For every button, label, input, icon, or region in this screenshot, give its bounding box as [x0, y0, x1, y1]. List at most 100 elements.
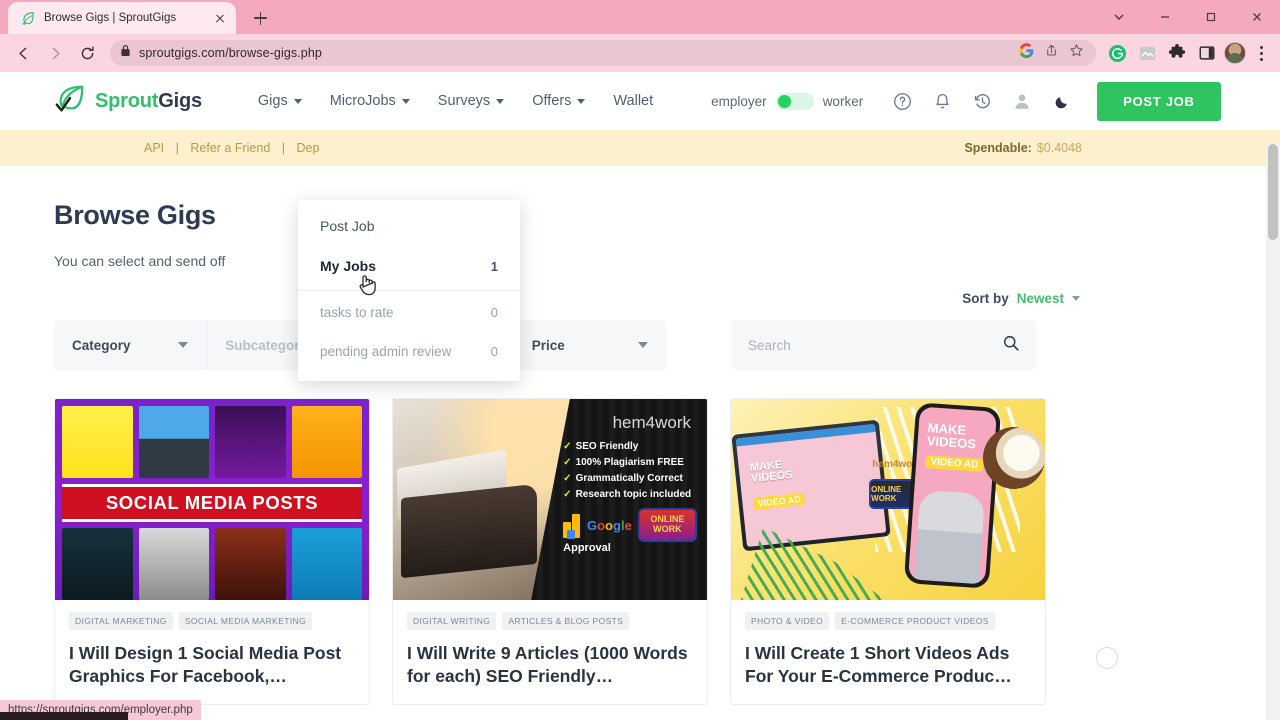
notifications-bell-icon[interactable]	[931, 90, 953, 112]
gig-card-list: SOCIAL MEDIA POSTS DIGITAL MARKETING SOC…	[54, 398, 1226, 706]
gig-card-tags: DIGITAL WRITING ARTICLES & BLOG POSTS	[407, 612, 693, 630]
notice-link-api[interactable]: API	[144, 141, 164, 155]
profile-avatar-icon[interactable]	[1011, 90, 1033, 112]
gig-card[interactable]: SOCIAL MEDIA POSTS DIGITAL MARKETING SOC…	[54, 398, 370, 706]
notice-link-deposit[interactable]: Dep	[297, 141, 320, 155]
search-box[interactable]: Search	[732, 320, 1036, 370]
page-subtitle: You can select and send off	[54, 253, 226, 269]
nav-item-gigs[interactable]: Gigs	[244, 87, 316, 115]
dropdown-item-count: 0	[490, 344, 498, 359]
gig-card[interactable]: hem4work ✓ SEO Friendly ✓ 100% Plagiarism …	[392, 398, 708, 706]
role-worker-label: worker	[822, 93, 864, 109]
side-panel-icon[interactable]	[1194, 40, 1220, 66]
help-icon[interactable]	[891, 90, 913, 112]
chrome-menu-icon[interactable]	[1250, 40, 1272, 66]
share-icon[interactable]	[1044, 43, 1059, 63]
address-bar[interactable]: sproutgigs.com/browse-gigs.php	[110, 40, 1096, 66]
minimize-icon[interactable]	[1142, 0, 1188, 34]
brand-name-second: Gigs	[158, 89, 202, 112]
notice-link-refer[interactable]: Refer a Friend	[190, 141, 270, 155]
history-icon[interactable]	[971, 90, 993, 112]
gig-tag[interactable]: SOCIAL MEDIA MARKETING	[178, 612, 313, 630]
brand-logo[interactable]: SproutGigs	[54, 83, 202, 120]
nav-item-microjobs[interactable]: MicroJobs	[316, 87, 424, 115]
taskbar-corner	[0, 712, 128, 720]
new-tab-button[interactable]	[246, 4, 274, 32]
search-icon[interactable]	[1002, 334, 1020, 357]
close-icon[interactable]	[212, 10, 228, 26]
filter-price[interactable]: Price	[514, 320, 666, 370]
notice-links: API | Refer a Friend | Dep	[140, 141, 323, 155]
dropdown-item-tasks-to-rate[interactable]: tasks to rate 0	[298, 293, 520, 332]
reload-icon[interactable]	[72, 38, 102, 68]
gig-card[interactable]: MAKE VIDEOS VIDEO AD hem4work ONLINE WOR…	[730, 398, 1046, 706]
main-navigation: Gigs MicroJobs Surveys Offers Wallet	[244, 87, 667, 115]
phone-headline: MAKE VIDEOS	[926, 420, 977, 452]
gig-card-title[interactable]: I Will Create 1 Short Videos Ads For You…	[745, 642, 1031, 688]
post-job-button[interactable]: POST JOB	[1097, 81, 1221, 121]
role-employer-label: employer	[711, 93, 767, 109]
bookmark-star-icon[interactable]	[1069, 43, 1084, 63]
promo-bullet: ✓ Research topic included	[563, 489, 697, 500]
notice-bar: API | Refer a Friend | Dep Spendable: $0.…	[0, 130, 1280, 166]
profile-avatar[interactable]	[1224, 42, 1246, 64]
page-scrollbar[interactable]	[1266, 144, 1280, 720]
sproutgigs-leaf-icon	[20, 10, 36, 26]
grammarly-icon[interactable]	[1104, 40, 1130, 66]
browser-window: Browse Gigs | SproutGigs sproutgigs.com/…	[0, 0, 1280, 720]
role-switch[interactable]	[775, 92, 814, 110]
gig-tag[interactable]: E-COMMERCE PRODUCT VIDEOS	[835, 612, 995, 630]
back-icon[interactable]	[8, 38, 38, 68]
scroll-indicator-circle	[1096, 647, 1118, 669]
google-search-icon[interactable]	[1019, 43, 1034, 63]
gig-tag[interactable]: PHOTO & VIDEO	[745, 612, 830, 630]
sort-value[interactable]: Newest	[1017, 291, 1064, 306]
nav-label: Gigs	[257, 93, 288, 109]
dark-mode-moon-icon[interactable]	[1051, 90, 1073, 112]
role-toggle[interactable]: employer worker	[711, 92, 864, 110]
promo-bullet: ✓ 100% Plagiarism FREE	[563, 457, 697, 468]
dropdown-divider	[298, 290, 520, 291]
dropdown-item-count: 1	[490, 258, 498, 274]
check-icon: ✓	[563, 457, 572, 468]
forward-icon[interactable]	[40, 38, 70, 68]
nav-item-surveys[interactable]: Surveys	[424, 87, 518, 115]
chevron-down-icon	[1072, 296, 1080, 301]
dropdown-item-pending-admin-review[interactable]: pending admin review 0	[298, 332, 520, 371]
filter-category[interactable]: Category	[54, 320, 208, 370]
nav-item-offers[interactable]: Offers	[518, 87, 599, 115]
screenshot-icon[interactable]	[1134, 40, 1160, 66]
puzzle-extensions-icon[interactable]	[1164, 40, 1190, 66]
dropdown-item-my-jobs[interactable]: My Jobs 1	[298, 246, 520, 286]
browser-tab[interactable]: Browse Gigs | SproutGigs	[8, 2, 236, 34]
gig-card-title[interactable]: I Will Write 9 Articles (1000 Words for …	[407, 642, 693, 688]
nav-item-wallet[interactable]: Wallet	[599, 87, 667, 115]
spendable-label: Spendable:	[964, 141, 1032, 155]
gig-card-image: SOCIAL MEDIA POSTS	[55, 399, 369, 600]
chevron-down-icon[interactable]	[1096, 0, 1142, 34]
nav-label: Offers	[532, 93, 572, 109]
gig-tag[interactable]: DIGITAL MARKETING	[69, 612, 173, 630]
close-window-icon[interactable]	[1234, 0, 1280, 34]
gig-card-title[interactable]: I Will Design 1 Social Media Post Graphi…	[69, 642, 355, 688]
switch-knob	[777, 94, 791, 108]
screen-badge: VIDEO AD	[753, 492, 806, 510]
brand-name-first: Sprout	[95, 89, 159, 112]
dropdown-item-label: tasks to rate	[320, 305, 394, 320]
microjobs-dropdown-menu: Post Job My Jobs 1 tasks to rate 0 pendi…	[298, 200, 520, 381]
dropdown-item-post-job[interactable]: Post Job	[298, 206, 520, 246]
promo-bullet-text: Grammatically Correct	[575, 473, 683, 484]
gig-tag[interactable]: DIGITAL WRITING	[407, 612, 497, 630]
adsense-approval-group: Google ONLINE WORK	[563, 508, 697, 542]
scrollbar-thumb[interactable]	[1268, 144, 1278, 240]
adsense-bars-icon	[563, 512, 581, 539]
sort-control[interactable]: Sort by Newest	[54, 291, 1226, 306]
laptop-mockup: MAKE VIDEOS VIDEO AD	[731, 419, 891, 552]
online-work-badge: ONLINE WORK	[637, 508, 697, 542]
collage-cell	[291, 528, 362, 600]
promo-bullet-list: ✓ SEO Friendly ✓ 100% Plagiarism FREE ✓ Gra…	[563, 441, 697, 500]
filter-label: Price	[531, 337, 565, 353]
gig-tag[interactable]: ARTICLES & BLOG POSTS	[502, 612, 630, 630]
maximize-icon[interactable]	[1188, 0, 1234, 34]
search-input[interactable]: Search	[748, 338, 791, 353]
